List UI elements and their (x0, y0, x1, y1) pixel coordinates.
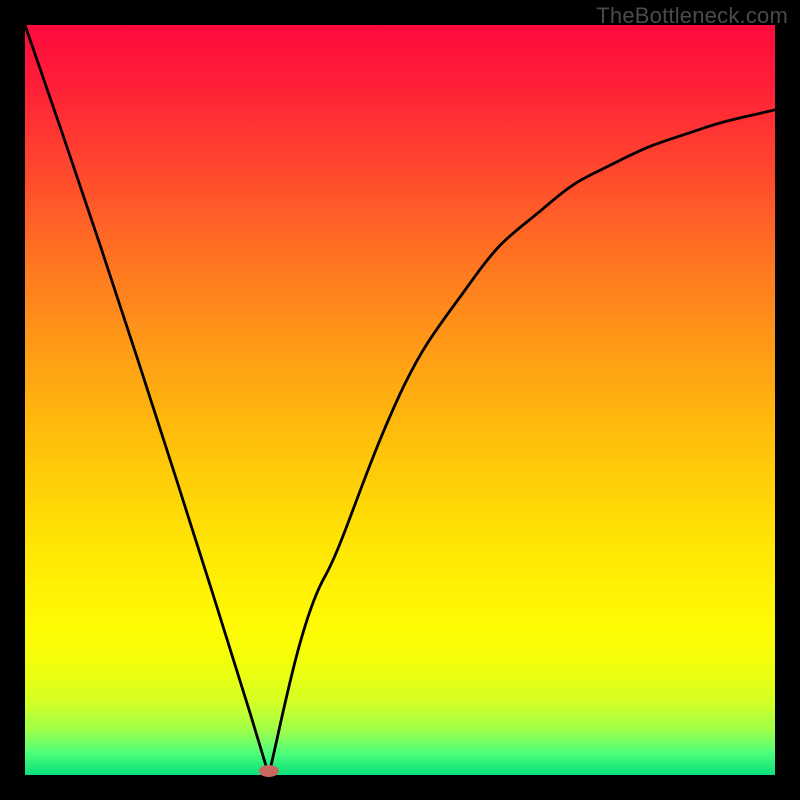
plot-area (25, 25, 775, 775)
chart-frame: TheBottleneck.com (0, 0, 800, 800)
min-point-marker (259, 765, 279, 777)
bottleneck-curve (25, 25, 775, 775)
curve-right-branch (269, 110, 775, 775)
curve-left-branch (25, 25, 269, 775)
watermark-text: TheBottleneck.com (596, 3, 788, 29)
